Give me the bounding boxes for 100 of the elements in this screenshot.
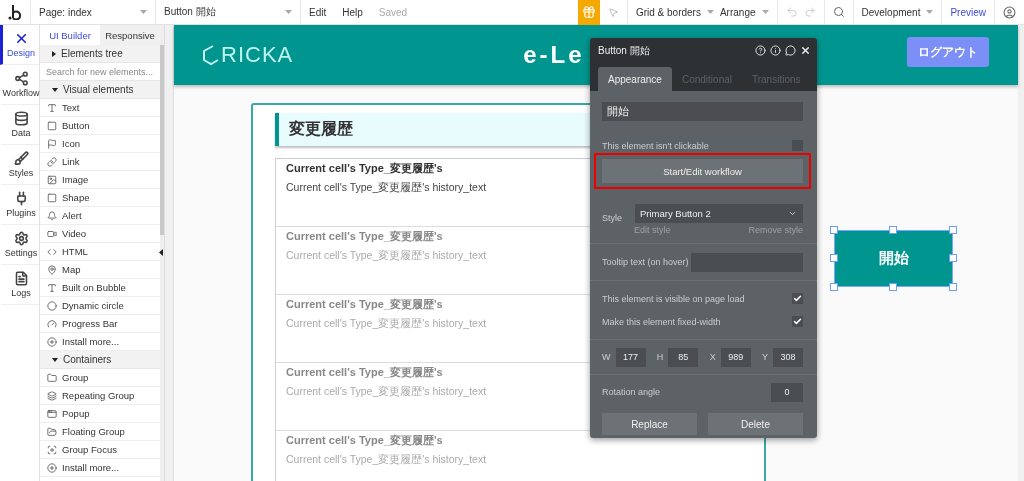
element-icon [47,192,57,203]
row-text: Current cell's Type_変更履歴's history_text [286,317,487,331]
element-icon [47,102,57,113]
caret-icon [926,10,934,14]
element-icon [47,156,57,167]
page-select[interactable]: Page: index [31,0,156,24]
tooltip-label: Tooltip text (on hover) [602,257,689,267]
gift-icon[interactable] [577,0,600,25]
style-select[interactable]: Primary Button 2 [635,204,803,223]
element-icon [47,228,57,239]
collapse-arrow-icon[interactable] [159,249,163,256]
panel-title: Button 開始 [598,43,650,58]
sidebar-tab[interactable]: Settings [0,225,39,265]
element-icon [47,408,57,419]
section-header[interactable]: Visual elements [40,81,160,99]
element-icon [47,264,57,275]
caret-icon [285,10,292,14]
panel-tab[interactable]: Appearance [598,67,672,91]
element-icon [47,120,57,131]
info-icon[interactable] [770,45,781,56]
dimension-label: H [656,352,664,362]
row-text: Current cell's Type_変更履歴's history_text [286,453,487,467]
element-icon [47,462,57,473]
checkbox-label: This element is visible on page load [602,293,745,304]
dimension-field[interactable]: 177 [615,347,646,367]
element-icon [47,318,57,329]
caret-icon [788,209,797,218]
row-title: Current cell's Type_変更履歴's [286,229,443,244]
element-icon [47,282,57,293]
element-icon [47,174,57,185]
rotation-field[interactable]: 0 [771,382,803,402]
environment-select[interactable]: Development [861,6,921,18]
element-icon [47,372,57,383]
text-field[interactable]: 開始 [602,102,803,121]
action-button[interactable]: Replace [602,413,697,435]
dimension-field[interactable]: 989 [720,347,751,367]
menu-item[interactable]: Edit [309,6,327,18]
checkbox[interactable] [792,316,803,327]
row-title: Current cell's Type_変更履歴's [286,161,443,176]
palette-tab[interactable]: Responsive [100,25,160,45]
triangle-icon [52,357,58,362]
dimension-label: W [602,352,611,362]
menu-item[interactable]: Help [342,6,363,18]
element-select[interactable]: Button 開始 [156,0,301,24]
settings-icon [13,231,29,246]
dimension-field[interactable]: 308 [772,347,803,367]
element-icon [47,246,57,257]
app-logo: RICKA [201,42,294,68]
action-button[interactable]: Delete [708,413,803,435]
search-icon[interactable] [832,6,845,18]
row-text: Current cell's Type_変更履歴's history_text [286,249,487,263]
sidebar-tab[interactable]: Plugins [0,185,39,225]
database-icon [13,111,29,126]
style-label: Style [602,213,622,223]
triangle-icon [52,87,58,92]
caret-icon [761,10,769,14]
start-button[interactable]: 開始 [834,230,953,287]
element-icon [47,444,57,455]
row-text: Current cell's Type_変更履歴's history_text [286,385,487,399]
caret-icon [140,10,147,14]
row-title: Current cell's Type_変更履歴's [286,297,443,312]
preview-link[interactable]: Preview [950,6,986,18]
element-icon [47,210,57,221]
dimension-field[interactable]: 85 [668,347,699,367]
sidebar-tab[interactable]: Styles [0,145,39,185]
grid-menu[interactable]: Grid & borders [635,6,701,18]
dimension-label: Y [761,352,768,362]
section-header[interactable]: Containers [40,351,160,369]
element-icon [47,390,57,401]
checkbox-label: Make this element fixed-width [602,316,721,327]
element-icon [47,300,57,311]
sidebar-tab[interactable]: Data [0,105,39,145]
dimension-label: X [709,352,716,362]
palette-item[interactable]: Install more... [40,459,160,477]
close-icon[interactable] [800,45,811,56]
palette-item[interactable]: Repeating Group [40,387,160,405]
arrange-menu[interactable]: Arrange [719,6,756,18]
row-title: Current cell's Type_変更履歴's [286,433,443,448]
element-icon [47,426,57,437]
element-icon [47,138,57,149]
document-icon [13,271,29,286]
save-status: Saved [378,6,408,18]
scrollbar-thumb[interactable] [160,45,164,235]
row-title: Current cell's Type_変更履歴's [286,365,443,380]
help-icon[interactable] [755,45,766,56]
workflow-button[interactable]: Start/Edit workflow [602,159,803,183]
tree-header[interactable]: Elements tree [40,45,160,63]
sidebar-tab[interactable]: Logs [0,265,39,305]
triangle-icon [52,50,56,57]
rotation-label: Rotation angle [602,387,661,397]
element-icon [47,336,57,347]
app-title: e-Le [523,41,585,69]
logo-icon [8,4,22,20]
avatar-icon[interactable] [1003,5,1016,19]
row-text: Current cell's Type_変更履歴's history_text [286,181,487,195]
caret-icon [706,10,714,14]
sidebar-tab[interactable]: Workflow [0,65,39,105]
checkbox[interactable] [792,293,803,304]
brush-icon [13,151,29,166]
comment-icon[interactable] [785,45,796,56]
